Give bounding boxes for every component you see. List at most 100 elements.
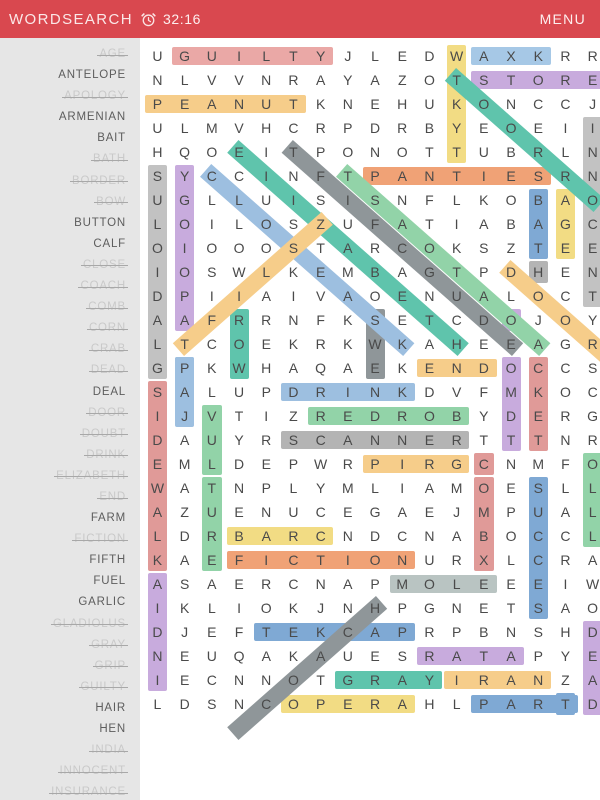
grid-cell[interactable]: L [144,212,171,236]
grid-cell[interactable]: E [334,404,361,428]
grid-cell[interactable]: S [280,428,307,452]
grid-cell[interactable]: U [198,428,225,452]
grid-cell[interactable]: L [579,524,600,548]
grid-cell[interactable]: A [389,500,416,524]
grid-cell[interactable]: B [443,404,470,428]
grid-cell[interactable]: R [552,548,579,572]
grid-cell[interactable]: S [525,164,552,188]
grid-cell[interactable]: R [552,404,579,428]
grid-cell[interactable]: M [389,572,416,596]
grid-cell[interactable]: T [280,140,307,164]
grid-cell[interactable]: Y [470,404,497,428]
grid-cell[interactable]: N [416,524,443,548]
grid-cell[interactable]: R [253,308,280,332]
grid-cell[interactable]: C [552,284,579,308]
grid-cell[interactable]: E [253,332,280,356]
grid-cell[interactable]: N [362,380,389,404]
grid-cell[interactable]: R [198,524,225,548]
grid-cell[interactable]: Y [307,44,334,68]
grid-cell[interactable]: R [579,44,600,68]
grid-cell[interactable]: K [280,260,307,284]
grid-cell[interactable]: F [226,548,253,572]
grid-cell[interactable]: K [280,644,307,668]
word-list-item[interactable]: AGE [4,44,128,65]
grid-cell[interactable]: S [171,572,198,596]
menu-button[interactable]: MENU [540,11,600,27]
grid-cell[interactable]: U [198,500,225,524]
word-list-item[interactable]: GARLIC [4,592,126,613]
grid-cell[interactable]: T [498,68,525,92]
grid-cell[interactable]: C [307,500,334,524]
grid-cell[interactable]: I [443,668,470,692]
word-list-item[interactable]: GRIP [4,656,129,677]
grid-cell[interactable]: D [362,524,389,548]
grid-cell[interactable]: L [144,692,171,716]
word-list-item[interactable]: FUEL [4,571,126,592]
word-list-item[interactable]: CALF [4,234,126,255]
grid-cell[interactable]: R [579,332,600,356]
grid-cell[interactable]: S [389,644,416,668]
grid-cell[interactable]: K [389,356,416,380]
grid-cell[interactable]: U [280,500,307,524]
grid-cell[interactable]: A [334,236,361,260]
grid-cell[interactable]: R [362,692,389,716]
grid-cell[interactable]: D [470,308,497,332]
grid-cell[interactable]: H [416,692,443,716]
grid-cell[interactable]: A [470,284,497,308]
grid-cell[interactable]: P [171,284,198,308]
grid-cell[interactable]: E [171,92,198,116]
grid-cell[interactable]: C [307,524,334,548]
grid-cell[interactable]: S [525,476,552,500]
grid-cell[interactable]: L [144,524,171,548]
word-list-item[interactable]: DRINK [4,445,128,466]
grid-cell[interactable]: R [416,644,443,668]
grid-cell[interactable]: E [226,500,253,524]
grid-cell[interactable]: D [362,404,389,428]
grid-cell[interactable]: L [253,44,280,68]
grid-cell[interactable]: E [525,116,552,140]
grid-cell[interactable]: O [171,260,198,284]
grid-cell[interactable]: A [470,212,497,236]
grid-cell[interactable]: V [198,404,225,428]
grid-cell[interactable]: K [171,596,198,620]
grid-cell[interactable]: H [389,92,416,116]
grid-cell[interactable]: R [389,404,416,428]
grid-cell[interactable]: K [470,188,497,212]
grid-cell[interactable]: T [280,92,307,116]
grid-cell[interactable]: E [579,644,600,668]
grid-cell[interactable]: O [416,68,443,92]
grid-cell[interactable]: A [498,692,525,716]
grid-cell[interactable]: M [334,260,361,284]
grid-cell[interactable]: R [525,140,552,164]
letter-grid[interactable]: UGUILTYJLEDWAXKRRNLVVNRAYAZOTSTOREPEANUT… [140,38,600,800]
grid-cell[interactable]: B [226,524,253,548]
grid-cell[interactable]: V [307,284,334,308]
grid-cell[interactable]: R [334,452,361,476]
grid-cell[interactable]: T [470,428,497,452]
grid-cell[interactable]: I [552,116,579,140]
grid-cell[interactable]: D [498,260,525,284]
grid-cell[interactable]: N [579,260,600,284]
grid-cell[interactable]: E [498,476,525,500]
grid-cell[interactable]: O [416,236,443,260]
grid-cell[interactable]: D [498,404,525,428]
grid-cell[interactable]: E [307,260,334,284]
grid-cell[interactable]: H [253,356,280,380]
grid-cell[interactable]: C [525,92,552,116]
word-list-item[interactable]: INDIA [4,740,128,761]
grid-cell[interactable]: Y [226,428,253,452]
word-list-item[interactable]: BOW [4,192,128,213]
grid-cell[interactable]: A [198,92,225,116]
grid-cell[interactable]: O [198,236,225,260]
grid-cell[interactable]: T [307,668,334,692]
grid-cell[interactable]: M [171,452,198,476]
grid-cell[interactable]: O [253,236,280,260]
grid-cell[interactable]: R [253,572,280,596]
grid-cell[interactable]: Q [171,140,198,164]
grid-cell[interactable]: T [307,236,334,260]
grid-cell[interactable]: M [525,452,552,476]
grid-cell[interactable]: P [362,164,389,188]
grid-cell[interactable]: R [280,524,307,548]
grid-cell[interactable]: M [498,380,525,404]
grid-cell[interactable]: C [579,212,600,236]
